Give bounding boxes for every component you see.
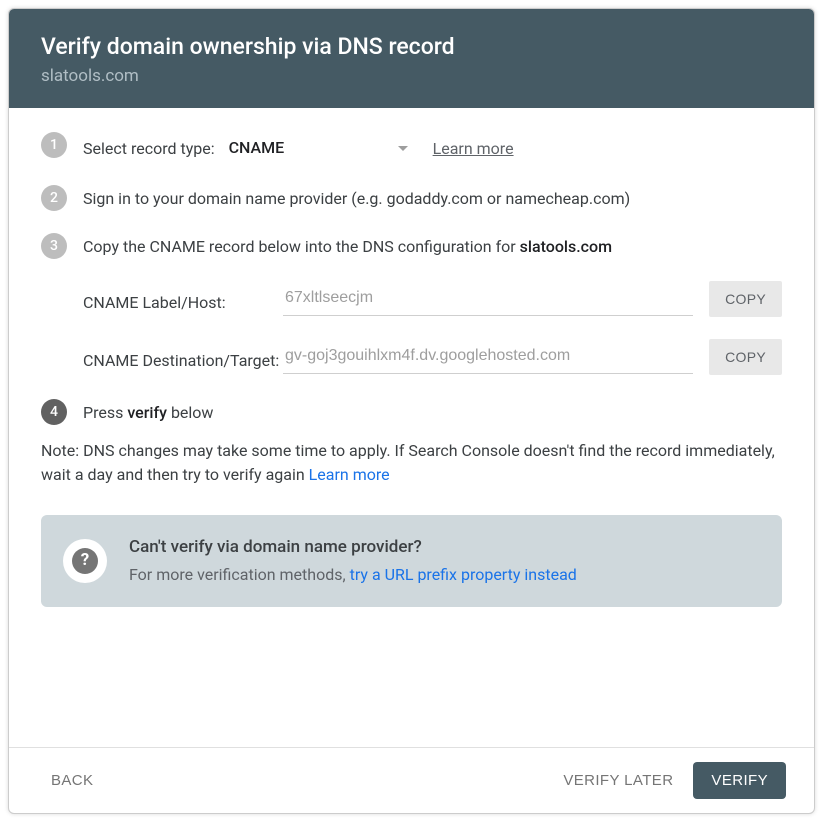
step-2-text: Sign in to your domain name provider (e.… bbox=[83, 189, 630, 208]
copy-label-host-button[interactable]: COPY bbox=[709, 281, 782, 317]
cname-destination-label: CNAME Destination/Target: bbox=[83, 339, 283, 373]
verify-domain-dialog: Verify domain ownership via DNS record s… bbox=[8, 8, 815, 814]
step-2: 2 Sign in to your domain name provider (… bbox=[41, 185, 782, 211]
cname-destination-row: CNAME Destination/Target: COPY bbox=[83, 339, 782, 375]
step-number: 2 bbox=[41, 185, 67, 211]
step-3: 3 Copy the CNAME record below into the D… bbox=[41, 233, 782, 259]
dialog-footer: BACK VERIFY LATER VERIFY bbox=[9, 747, 814, 813]
step-4-suffix: below bbox=[167, 403, 213, 422]
record-type-select[interactable]: CNAME bbox=[229, 134, 409, 163]
step-1-label: Select record type: bbox=[83, 137, 215, 161]
url-prefix-link[interactable]: try a URL prefix property instead bbox=[350, 565, 577, 584]
record-type-value: CNAME bbox=[229, 136, 357, 160]
info-text-prefix: For more verification methods, bbox=[129, 565, 350, 584]
verify-later-button[interactable]: VERIFY LATER bbox=[549, 762, 687, 799]
back-button[interactable]: BACK bbox=[37, 762, 107, 799]
dialog-header: Verify domain ownership via DNS record s… bbox=[9, 9, 814, 108]
cname-label-host-row: CNAME Label/Host: COPY bbox=[83, 281, 782, 317]
dialog-subtitle: slatools.com bbox=[41, 66, 782, 86]
cname-label-host-label: CNAME Label/Host: bbox=[83, 281, 283, 315]
cname-destination-input[interactable] bbox=[283, 339, 693, 374]
cname-fields: CNAME Label/Host: COPY CNAME Destination… bbox=[83, 281, 782, 375]
cname-label-host-input[interactable] bbox=[283, 281, 693, 316]
step-3-domain: slatools.com bbox=[520, 237, 612, 256]
copy-destination-button[interactable]: COPY bbox=[709, 339, 782, 375]
verify-button[interactable]: VERIFY bbox=[693, 762, 786, 799]
help-icon: ? bbox=[72, 548, 98, 574]
dns-note-learn-more-link[interactable]: Learn more bbox=[309, 465, 390, 484]
alt-verification-info: ? Can't verify via domain name provider?… bbox=[41, 515, 782, 607]
learn-more-link[interactable]: Learn more bbox=[433, 137, 514, 161]
step-4: 4 Press verify below bbox=[41, 399, 782, 425]
step-number: 1 bbox=[41, 132, 67, 158]
help-icon-wrap: ? bbox=[63, 539, 107, 583]
step-4-prefix: Press bbox=[83, 403, 127, 422]
info-title: Can't verify via domain name provider? bbox=[129, 535, 577, 561]
dialog-content: 1 Select record type: CNAME Learn more 2… bbox=[9, 108, 814, 747]
dns-note: Note: DNS changes may take some time to … bbox=[41, 439, 782, 487]
step-4-bold: verify bbox=[127, 403, 167, 422]
chevron-down-icon bbox=[397, 136, 409, 160]
step-number: 4 bbox=[41, 399, 67, 425]
dialog-title: Verify domain ownership via DNS record bbox=[41, 33, 782, 60]
step-number: 3 bbox=[41, 233, 67, 259]
step-1: 1 Select record type: CNAME Learn more bbox=[41, 132, 782, 163]
step-3-prefix: Copy the CNAME record below into the DNS… bbox=[83, 237, 520, 256]
info-text: For more verification methods, try a URL… bbox=[129, 563, 577, 587]
dns-note-text: Note: DNS changes may take some time to … bbox=[41, 441, 775, 484]
